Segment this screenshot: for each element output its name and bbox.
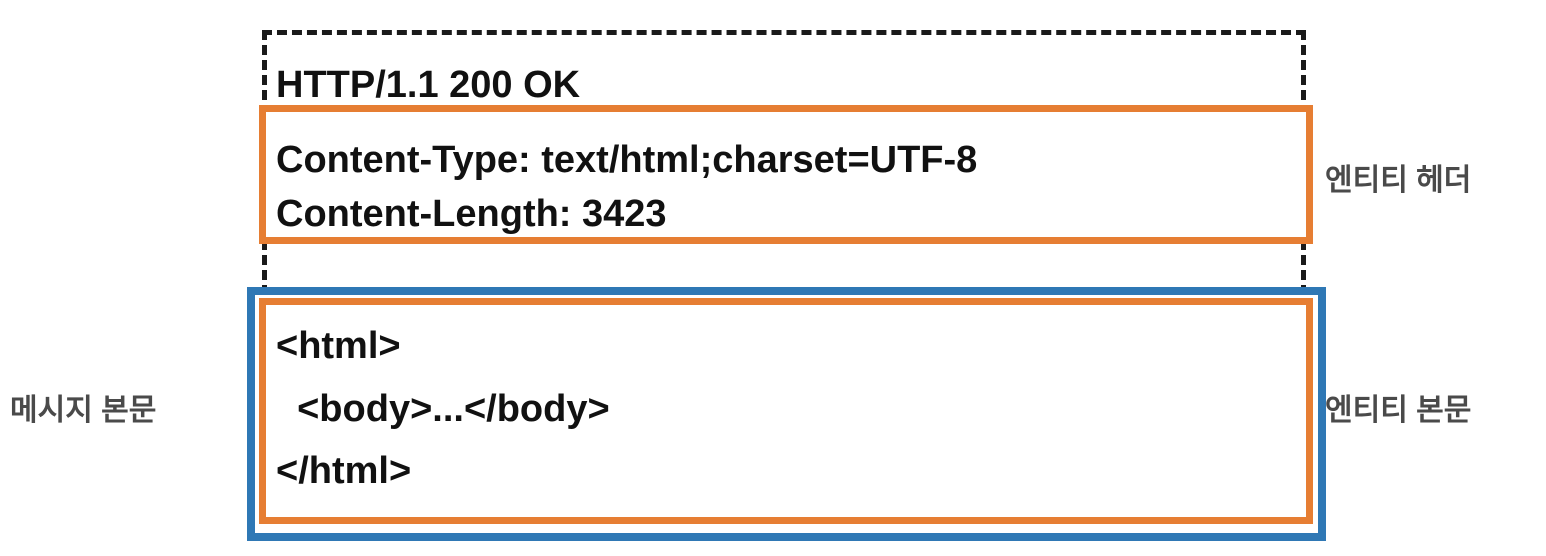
html-close-line: </html>	[276, 450, 412, 492]
message-body-label: 메시지 본문	[10, 394, 157, 427]
status-line: HTTP/1.1 200 OK	[276, 64, 581, 106]
html-open-line: <html>	[276, 325, 401, 367]
body-line: <body>...</body>	[276, 388, 610, 430]
entity-header-label: 엔티티 헤더	[1325, 164, 1472, 197]
content-length-header: Content-Length: 3423	[276, 193, 667, 235]
content-type-header: Content-Type: text/html;charset=UTF-8	[276, 139, 978, 181]
entity-body-label: 엔티티 본문	[1325, 394, 1472, 427]
